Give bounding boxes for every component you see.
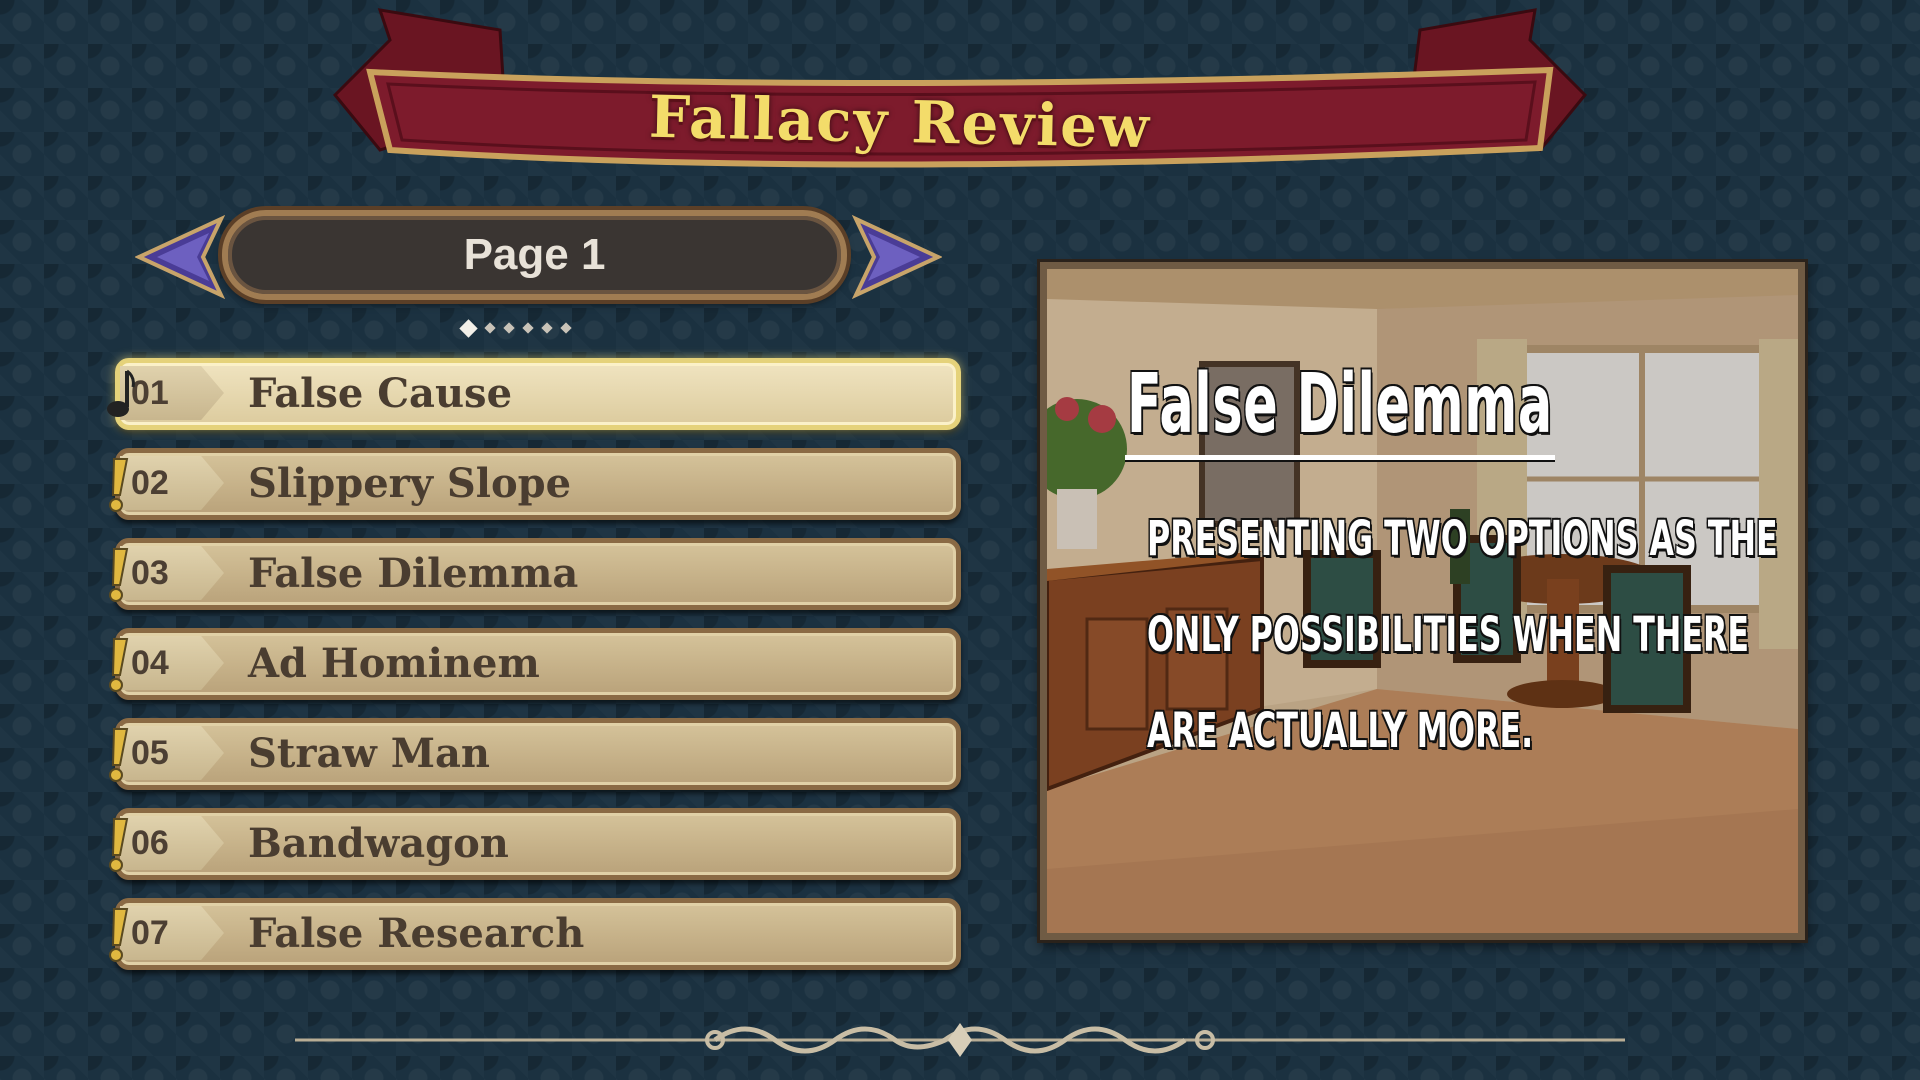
fallacy-list: 01 False Cause 02 Slippery Slope 03 False Dil… [105, 355, 961, 985]
fallacy-item[interactable]: 01 False Cause [105, 355, 961, 433]
exclamation-icon [105, 457, 131, 513]
item-label: Slippery Slope [248, 460, 572, 507]
footer-ornament [295, 1015, 1625, 1065]
item-number: 07 [131, 914, 169, 952]
exclamation-icon [105, 907, 131, 963]
item-label: Straw Man [248, 730, 490, 777]
title-underline [1125, 455, 1555, 460]
item-number: 04 [131, 644, 169, 682]
page-dot[interactable] [522, 322, 534, 334]
exclamation-icon [105, 637, 131, 693]
fallacy-title: False Dilemma [1127, 357, 1553, 452]
detail-panel: False Dilemma Presenting two options as … [1040, 262, 1805, 940]
item-number: 02 [131, 464, 169, 502]
page-dot[interactable] [459, 318, 478, 338]
music-note-icon [105, 367, 135, 423]
fallacy-item[interactable]: 07 False Research [105, 895, 961, 973]
fallacy-item[interactable]: 05 Straw Man [105, 715, 961, 793]
page-dot[interactable] [541, 322, 553, 334]
prev-page-button[interactable] [135, 215, 225, 299]
fallacy-item[interactable]: 04 Ad Hominem [105, 625, 961, 703]
fallacy-item[interactable]: 06 Bandwagon [105, 805, 961, 883]
fallacy-item[interactable]: 03 False Dilemma [105, 535, 961, 613]
item-plate [115, 358, 961, 430]
item-label: Ad Hominem [248, 640, 540, 687]
item-number: 03 [131, 554, 169, 592]
page-dot[interactable] [484, 322, 496, 334]
exclamation-icon [105, 727, 131, 783]
item-plate [115, 808, 961, 880]
item-number: 01 [131, 374, 169, 412]
fallacy-item[interactable]: 02 Slippery Slope [105, 445, 961, 523]
item-label: Bandwagon [248, 820, 509, 867]
page-dot[interactable] [560, 322, 572, 334]
item-label: False Research [248, 910, 585, 957]
next-page-button[interactable] [852, 215, 942, 299]
arrow-right-icon [852, 215, 942, 299]
page-label: Page 1 [463, 230, 606, 279]
page-indicator: Page 1 [222, 210, 847, 300]
page-dots [459, 318, 572, 338]
exclamation-icon [105, 817, 131, 873]
item-label: False Cause [248, 370, 513, 417]
item-plate [115, 718, 961, 790]
title-banner: Fallacy Review [330, 0, 1590, 210]
item-number: 06 [131, 824, 169, 862]
item-label: False Dilemma [248, 550, 579, 597]
item-number: 05 [131, 734, 169, 772]
arrow-left-icon [135, 215, 225, 299]
page-dot[interactable] [503, 322, 515, 334]
exclamation-icon [105, 547, 131, 603]
fallacy-description: Presenting two options as the only possi… [1147, 511, 1778, 759]
